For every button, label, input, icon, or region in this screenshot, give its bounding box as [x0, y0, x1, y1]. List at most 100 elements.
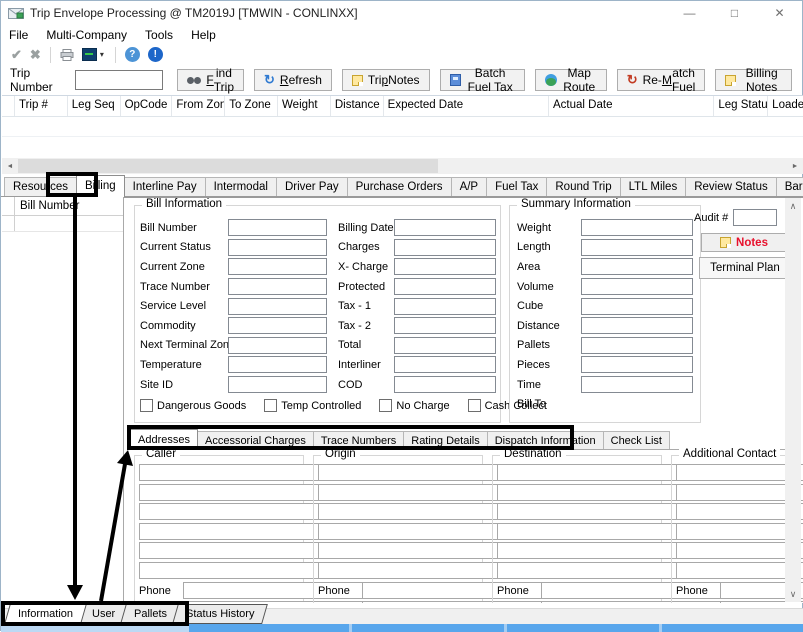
pallets-input[interactable] — [581, 337, 693, 354]
bill-number-input[interactable] — [228, 219, 327, 236]
tab-purchase-orders[interactable]: Purchase Orders — [347, 177, 452, 197]
col-to-zone[interactable]: To Zone — [225, 96, 278, 116]
scroll-down-icon[interactable]: ∨ — [785, 586, 801, 602]
total-input[interactable] — [394, 337, 496, 354]
protected-input[interactable] — [394, 278, 496, 295]
cash-collect-checkbox[interactable] — [468, 399, 481, 412]
subtab-accessorial-charges[interactable]: Accessorial Charges — [197, 431, 314, 450]
tab-review-status[interactable]: Review Status — [685, 177, 777, 197]
site-id-input[interactable] — [228, 376, 327, 393]
subtab-addresses[interactable]: Addresses — [130, 429, 198, 450]
info-icon[interactable]: ! — [148, 47, 163, 62]
address-line-input[interactable] — [676, 484, 803, 501]
menu-help[interactable]: Help — [191, 26, 225, 44]
bottom-tab-status-history[interactable]: Status History — [172, 604, 268, 624]
accept-icon[interactable]: ✔ — [11, 47, 22, 63]
address-line-input[interactable] — [676, 503, 803, 520]
address-line-input[interactable] — [139, 484, 322, 501]
tab-fuel-tax[interactable]: Fuel Tax — [486, 177, 547, 197]
postal-code-input[interactable] — [139, 562, 322, 579]
help-icon[interactable]: ? — [125, 47, 140, 62]
horizontal-scroll-thumb[interactable] — [18, 159, 438, 173]
distance-input[interactable] — [581, 317, 693, 334]
address-line-input[interactable] — [497, 503, 680, 520]
map-route-button[interactable]: Map Route — [535, 69, 607, 91]
tax-1-input[interactable] — [394, 298, 496, 315]
address-line-input[interactable] — [676, 464, 803, 481]
scroll-up-icon[interactable]: ∧ — [785, 198, 801, 214]
temp-controlled-checkbox[interactable] — [264, 399, 277, 412]
city-input[interactable] — [676, 542, 803, 559]
col-expected-date[interactable]: Expected Date — [384, 96, 549, 116]
address-line-input[interactable] — [318, 464, 501, 481]
address-line-input[interactable] — [497, 523, 680, 540]
tax-2-input[interactable] — [394, 317, 496, 334]
subtab-check-list[interactable]: Check List — [603, 431, 670, 450]
current-zone-input[interactable] — [228, 258, 327, 275]
tab-interline-pay[interactable]: Interline Pay — [124, 177, 206, 197]
trace-number-input[interactable] — [228, 278, 327, 295]
batch-fuel-tax-button[interactable]: Batch Fuel Tax — [440, 69, 525, 91]
interliner-input[interactable] — [394, 356, 496, 373]
col-from-zone[interactable]: From Zone — [172, 96, 225, 116]
close-icon[interactable]: ✕ — [757, 1, 802, 25]
tab-round-trip[interactable]: Round Trip — [546, 177, 620, 197]
billing-notes-button[interactable]: Billing Notes — [715, 69, 792, 91]
city-input[interactable] — [318, 542, 501, 559]
find-trip-button[interactable]: Find Trip — [177, 69, 244, 91]
horizontal-scrollbar[interactable]: ◄ ► — [2, 158, 803, 174]
empty-bill-row[interactable] — [2, 216, 123, 232]
current-status-input[interactable] — [228, 239, 327, 256]
col-weight[interactable]: Weight — [278, 96, 331, 116]
trip-number-input[interactable] — [75, 70, 163, 90]
x-charge-input[interactable] — [394, 258, 496, 275]
length-input[interactable] — [581, 239, 693, 256]
audit-number-input[interactable] — [733, 209, 777, 226]
col-opcode[interactable]: OpCode — [121, 96, 173, 116]
next-terminal-zone-input[interactable] — [228, 337, 327, 354]
address-line-input[interactable] — [139, 523, 322, 540]
tab-driver-pay[interactable]: Driver Pay — [276, 177, 348, 197]
minimize-icon[interactable]: — — [667, 1, 712, 25]
terminal-icon[interactable] — [82, 48, 97, 61]
maximize-icon[interactable]: □ — [712, 1, 757, 25]
tab-barcode-items[interactable]: Barcode Items — [776, 177, 803, 197]
address-line-input[interactable] — [676, 523, 803, 540]
scroll-left-icon[interactable]: ◄ — [2, 158, 18, 174]
menu-multi-company[interactable]: Multi-Company — [46, 26, 136, 44]
postal-code-input[interactable] — [497, 562, 680, 579]
temperature-input[interactable] — [228, 356, 327, 373]
scroll-right-icon[interactable]: ► — [787, 158, 803, 174]
city-input[interactable] — [497, 542, 680, 559]
weight-input[interactable] — [581, 219, 693, 236]
rematch-fuel-button[interactable]: ↻ Re-Match Fuel — [617, 69, 706, 91]
address-line-input[interactable] — [318, 484, 501, 501]
tab-billing[interactable]: Billing — [76, 175, 125, 197]
bottom-tab-information[interactable]: Information — [4, 604, 87, 624]
col-leg-seq[interactable]: Leg Seq — [68, 96, 121, 116]
commodity-input[interactable] — [228, 317, 327, 334]
cube-input[interactable] — [581, 298, 693, 315]
address-line-input[interactable] — [318, 503, 501, 520]
charges-input[interactable] — [394, 239, 496, 256]
tab-intermodal[interactable]: Intermodal — [205, 177, 277, 197]
tab-ltl-miles[interactable]: LTL Miles — [620, 177, 687, 197]
col-trip[interactable]: Trip # — [15, 96, 68, 116]
service-level-input[interactable] — [228, 298, 327, 315]
pieces-input[interactable] — [581, 356, 693, 373]
menu-tools[interactable]: Tools — [145, 26, 182, 44]
address-line-input[interactable] — [318, 523, 501, 540]
address-line-input[interactable] — [497, 484, 680, 501]
cod-input[interactable] — [394, 376, 496, 393]
subtab-rating-details[interactable]: Rating Details — [403, 431, 487, 450]
refresh-button[interactable]: ↻ Refresh — [254, 69, 332, 91]
trip-notes-button[interactable]: Trip Notes — [342, 69, 430, 91]
tab-ap[interactable]: A/P — [451, 177, 488, 197]
dangerous-goods-checkbox[interactable] — [140, 399, 153, 412]
print-icon[interactable] — [60, 49, 74, 61]
time-input[interactable] — [581, 376, 693, 393]
address-line-input[interactable] — [497, 464, 680, 481]
postal-code-input[interactable] — [318, 562, 501, 579]
vertical-scrollbar[interactable]: ∧ ∨ — [785, 198, 801, 602]
city-input[interactable] — [139, 542, 322, 559]
